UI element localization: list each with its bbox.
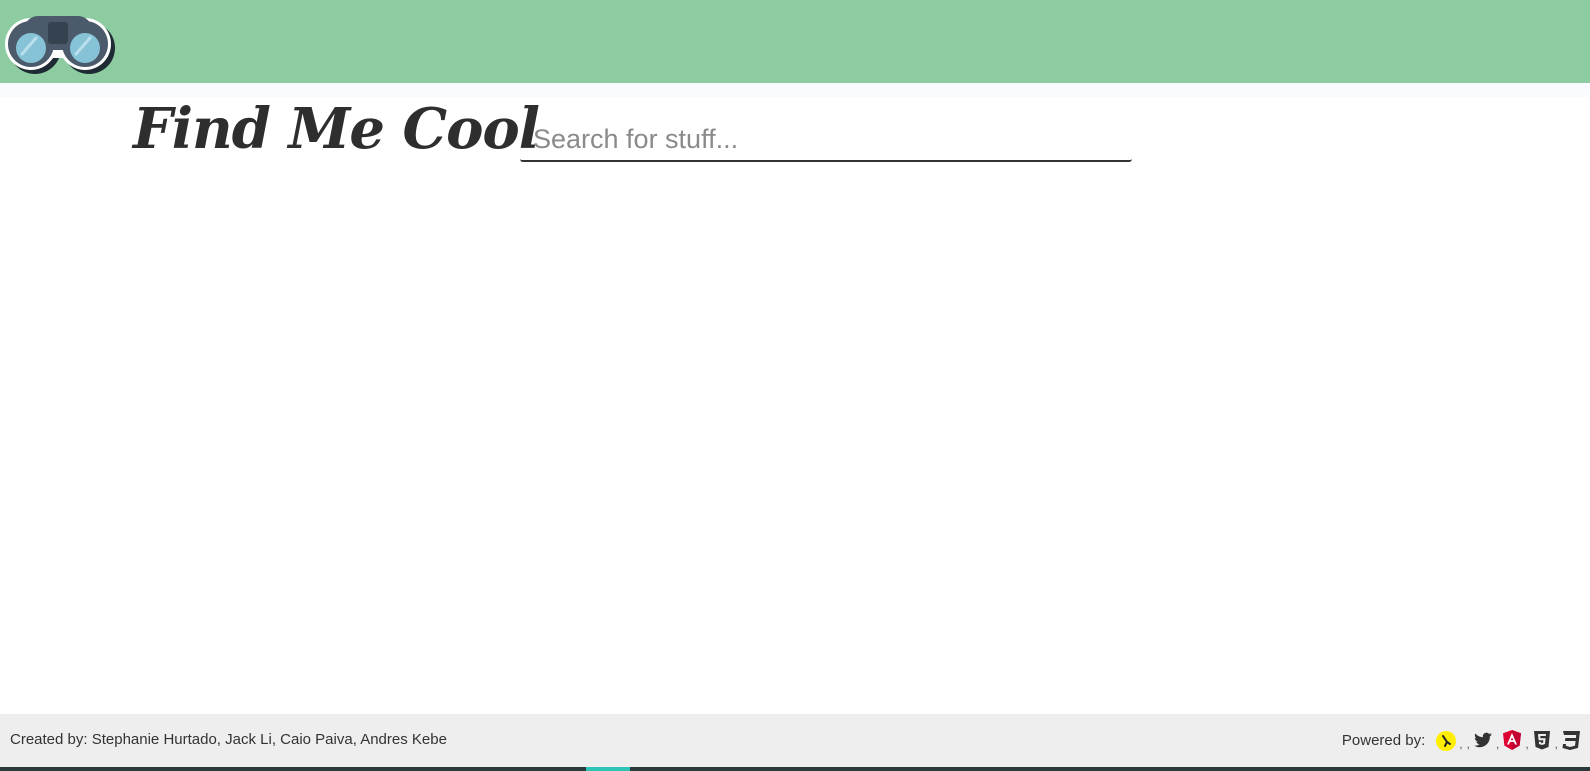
binoculars-icon[interactable] — [4, 6, 116, 74]
search-box — [520, 119, 1132, 162]
separator: , — [1554, 737, 1558, 751]
twitter-icon[interactable] — [1472, 729, 1494, 751]
css3-icon[interactable] — [1560, 729, 1582, 751]
footer-bottom-strip — [0, 767, 1590, 771]
credits-authors: Stephanie Hurtado, Jack Li, Caio Paiva, … — [91, 731, 447, 748]
separator: , — [1466, 737, 1470, 751]
powered-label: Powered by: — [1341, 731, 1426, 749]
sub-bar — [0, 83, 1590, 97]
angular-icon[interactable] — [1501, 729, 1523, 751]
yelp-icon[interactable] — [1435, 729, 1457, 751]
credits-label: Created by: — [10, 731, 88, 748]
powered-by: Powered by: , , , , , — [1342, 729, 1582, 751]
footer-accent — [586, 767, 630, 771]
html5-icon[interactable] — [1531, 729, 1553, 751]
separator: , — [1525, 737, 1529, 751]
search-input[interactable] — [520, 119, 1132, 160]
top-bar — [0, 0, 1590, 83]
separator: , — [1495, 737, 1500, 751]
brand-title: Find Me Cool — [133, 96, 540, 162]
separator: , — [1459, 737, 1463, 751]
credits: Created by: Stephanie Hurtado, Jack Li, … — [10, 731, 447, 748]
